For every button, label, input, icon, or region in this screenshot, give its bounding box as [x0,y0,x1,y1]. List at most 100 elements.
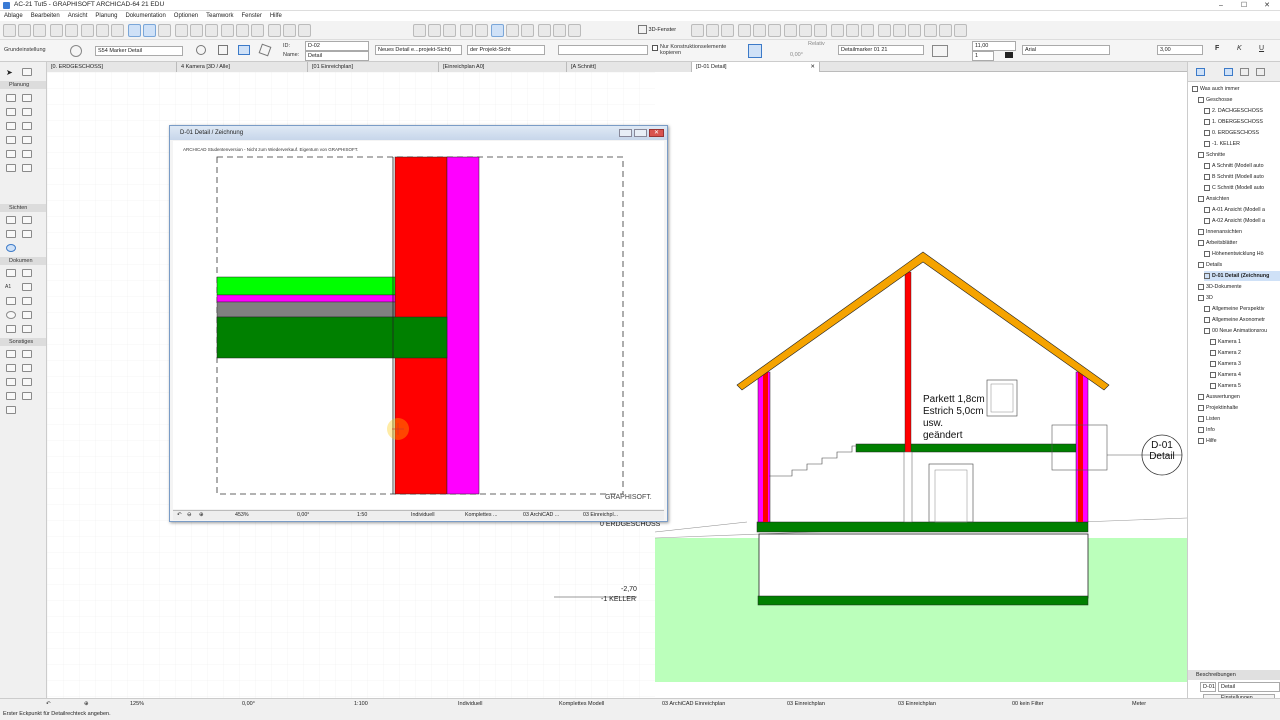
dim-icon[interactable] [877,24,891,37]
maximize-icon[interactable]: ☐ [1233,0,1255,11]
railing-tool-icon[interactable] [22,136,32,144]
detail-zoom-in-icon[interactable]: ⊕ [199,512,203,518]
rectangle-icon[interactable] [238,45,250,55]
dimension-tool-icon[interactable] [6,269,16,277]
section-sonstiges[interactable]: Sonstiges [0,338,46,346]
menu-optionen[interactable]: Optionen [170,11,202,21]
undo-view-icon[interactable]: ↶ [46,701,51,707]
marker-name-select[interactable]: Detailmarker 01 21 [838,45,924,55]
status-model[interactable]: Komplettes Modell [559,701,604,707]
nav-item[interactable]: B Schnitt (Modell auto [1204,172,1264,182]
zoom-icon[interactable]: ⊕ [84,701,89,707]
marquee-tool-icon[interactable] [22,68,32,76]
guide-icon[interactable] [189,24,203,37]
column-tool-icon[interactable] [22,94,32,102]
morph-tool-icon[interactable] [22,364,32,372]
status-einreich[interactable]: 03 Einreichplan [787,701,825,707]
bimx-icon[interactable] [954,24,968,37]
nav-item[interactable]: C Schnitt (Modell auto [1204,183,1264,193]
figure-tool-icon[interactable] [22,325,32,333]
undo-icon[interactable] [49,24,63,37]
minimize-icon[interactable]: – [1210,0,1232,11]
view3d-button[interactable]: 3D-Fenster [638,25,676,34]
lock-icon[interactable] [236,24,250,37]
snap-icon[interactable] [174,24,188,37]
name-field[interactable]: Detail [305,51,369,61]
detail-zoom-out-icon[interactable]: ⊖ [187,512,191,518]
publisher-icon[interactable] [1256,68,1265,76]
tab-kamera[interactable]: 4 Kamera [3D / Alle] [177,62,308,72]
redo-icon[interactable] [64,24,78,37]
tab-einreichplan[interactable]: [01 Einreichplan] [308,62,439,72]
pen-set-icon[interactable] [932,45,948,57]
mesh-tool-icon[interactable] [6,364,16,372]
lamp-tool-icon[interactable] [6,392,16,400]
menu-planung[interactable]: Planung [91,11,121,21]
list-icon[interactable] [298,24,312,37]
stair-tool-icon[interactable] [6,136,16,144]
save-icon[interactable] [33,24,46,37]
detail-minimize-icon[interactable] [619,129,632,137]
select-icon[interactable] [251,24,265,37]
nav-item[interactable]: 0. ERDGESCHOSS [1204,128,1259,138]
nav-item[interactable]: 00 Neue Animationsrou [1204,326,1267,336]
status-scale[interactable]: 1:100 [354,701,368,707]
crosshair-icon[interactable] [196,45,206,55]
layout-icon[interactable] [128,24,142,37]
zoom-3d-icon[interactable] [752,24,766,37]
offset-icon[interactable] [538,24,552,37]
curtain-tool-icon[interactable] [22,350,32,358]
size3-field[interactable]: 3,00 [1157,45,1203,55]
nav-item[interactable]: Hilfe [1198,436,1217,446]
skylight-tool-icon[interactable] [6,378,16,386]
cutplane-icon[interactable] [814,24,828,37]
detail-einreich[interactable]: 03 Einreichpl... [583,512,618,518]
status-dim[interactable]: 03 Einreichplan [898,701,936,707]
detail-angle[interactable]: 0,00° [297,512,309,518]
nav-item[interactable]: Schnitte [1198,150,1225,160]
nav-item[interactable]: Listen [1198,414,1220,424]
teamwork-icon[interactable] [939,24,953,37]
interior-tool-icon[interactable] [6,230,16,238]
line-icon[interactable] [428,24,441,37]
status-plan[interactable]: 03 ArchiCAD Einreichplan [662,701,725,707]
nav-item[interactable]: Allgemeine Perspektiv [1204,304,1264,314]
nav-item[interactable]: 3D [1198,293,1213,303]
camera-tool-icon[interactable] [6,406,16,414]
pen-icon[interactable] [96,24,110,37]
circle-tool-icon[interactable] [6,311,16,319]
font-select[interactable]: Arial [1022,45,1110,55]
rotated-rect-icon[interactable] [258,43,272,57]
detail-model[interactable]: Komplettes ... [465,512,497,518]
detail-scale[interactable]: 1:50 [357,512,367,518]
italic-button[interactable]: K [1237,45,1242,52]
zone-tool-icon[interactable] [22,164,32,172]
detail-undo-icon[interactable]: ↶ [177,512,181,518]
elevation-tool-icon[interactable] [22,216,32,224]
layout-book-icon[interactable] [1240,68,1249,76]
nav-item[interactable]: Innenansichten [1198,227,1242,237]
spline-tool-icon[interactable] [22,378,32,386]
detail-layer[interactable]: Individuell [411,512,435,518]
project-map-icon[interactable] [1196,68,1205,76]
publish-icon[interactable] [907,24,921,37]
new-icon[interactable] [3,24,16,37]
section-sichten[interactable]: Sichten [0,204,46,212]
detail-zoom[interactable]: 453% [235,512,249,518]
object-tool-icon[interactable] [6,164,16,172]
chat-icon[interactable] [924,24,938,37]
hotspot-tool-icon[interactable] [22,392,32,400]
nav-item[interactable]: Kamera 5 [1210,381,1241,391]
detail-close-icon[interactable]: ✕ [649,129,664,137]
layer-icon[interactable] [221,24,235,37]
nav-item[interactable]: D-01 Detail (Zeichnung [1204,271,1280,281]
shell-tool-icon[interactable] [22,122,32,130]
status-angle[interactable]: 0,00° [242,701,255,707]
nav-item[interactable]: Ansichten [1198,194,1229,204]
model-icon[interactable] [846,24,860,37]
nav-item[interactable]: 2. DACHGESCHOSS [1204,106,1263,116]
fill-tool-icon[interactable] [6,297,16,305]
wall-tool-icon[interactable] [6,94,16,102]
adjust-icon[interactable] [521,24,535,37]
globe-icon[interactable] [70,45,82,57]
